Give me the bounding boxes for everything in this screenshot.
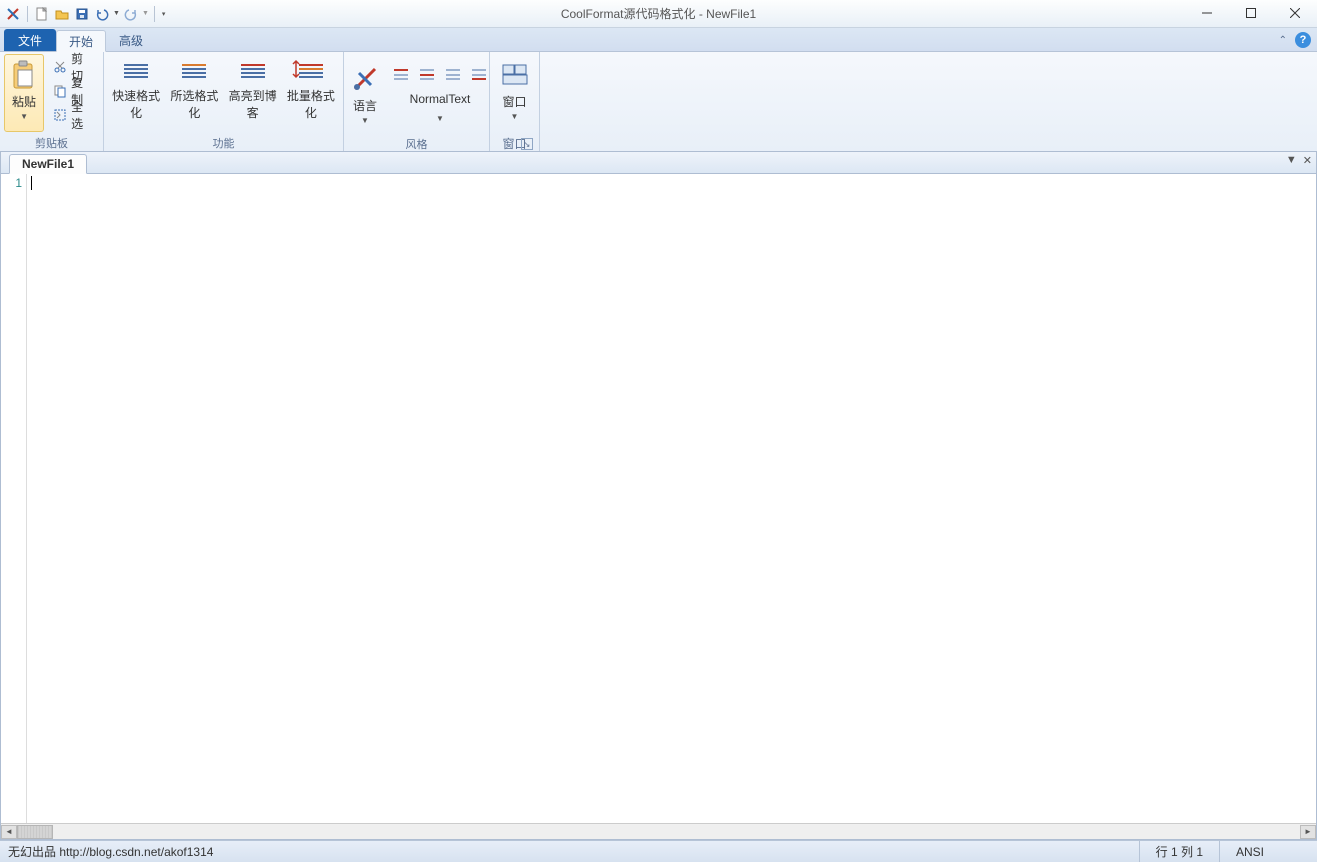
scissors-icon — [53, 59, 67, 75]
sel-format-label: 所选格式化 — [167, 87, 221, 121]
batch-format-button[interactable]: 批量格式化 — [283, 54, 339, 132]
tab-menu-icon[interactable]: ▼ — [1286, 154, 1297, 167]
editor[interactable]: 1 — [1, 174, 1316, 823]
select-all-button[interactable]: 全选 — [48, 104, 97, 126]
horizontal-scrollbar[interactable]: ◄ ► — [1, 823, 1316, 839]
minimize-ribbon-icon[interactable]: ⌃ — [1279, 35, 1287, 46]
gutter: 1 — [1, 174, 27, 823]
quick-access-toolbar: ▼ ▼ ▾ — [0, 5, 167, 23]
status-bar: 无幻出品 http://blog.csdn.net/akof1314 行 1 列… — [0, 840, 1317, 862]
group-window: 窗口 ▼ 窗口 ↘ — [490, 52, 540, 151]
window-label: 窗口 — [502, 93, 526, 110]
document-tabs: NewFile1 ▼ ✕ — [1, 152, 1316, 174]
highlight-blog-button[interactable]: 高亮到博客 — [225, 54, 281, 132]
style-preset-3[interactable] — [442, 64, 464, 86]
chevron-down-icon: ▼ — [511, 112, 519, 121]
separator — [27, 6, 28, 22]
scroll-right-icon[interactable]: ► — [1300, 825, 1316, 839]
window-controls — [1185, 0, 1317, 26]
tab-file[interactable]: 文件 — [4, 29, 56, 51]
group-function-label: 功能 — [108, 135, 339, 151]
document-area: NewFile1 ▼ ✕ 1 ◄ ► — [0, 152, 1317, 840]
app-icon[interactable] — [4, 5, 22, 23]
style-preset-4[interactable] — [468, 64, 490, 86]
ribbon-tab-row: 文件 开始 高级 ⌃ ? — [0, 28, 1317, 52]
language-label: 语言 — [353, 97, 377, 114]
scroll-thumb[interactable] — [17, 825, 53, 839]
select-all-label: 全选 — [71, 98, 92, 132]
ribbon: 粘贴 ▼ 剪切 复制 全选 剪贴板 — [0, 52, 1317, 152]
highlight-blog-label: 高亮到博客 — [226, 87, 280, 121]
qat-customize-icon[interactable]: ▾ — [160, 10, 168, 18]
normal-text-label: NormalText — [410, 92, 471, 106]
select-all-icon — [53, 107, 67, 123]
window-icon — [499, 59, 531, 91]
language-button[interactable]: 语言 ▼ — [348, 58, 382, 136]
undo-dropdown-icon[interactable]: ▼ — [113, 10, 120, 17]
help-icon[interactable]: ? — [1295, 32, 1311, 48]
group-style: 语言 ▼ NormalText ▼ 风格 — [344, 52, 490, 151]
tab-start[interactable]: 开始 — [56, 30, 106, 52]
caret — [31, 176, 32, 190]
tab-right-controls: ⌃ ? — [1279, 32, 1311, 48]
sel-format-icon — [178, 59, 210, 83]
paste-label: 粘贴 — [12, 93, 36, 110]
group-function: 快速格式化 所选格式化 高亮到博客 批量格式化 功能 — [104, 52, 344, 151]
title-bar: ▼ ▼ ▾ CoolFormat源代码格式化 - NewFile1 — [0, 0, 1317, 28]
window-button[interactable]: 窗口 ▼ — [494, 54, 535, 132]
style-icon-row — [390, 60, 490, 86]
status-rowcol: 行 1 列 1 — [1139, 841, 1219, 862]
status-encoding: ANSI — [1219, 841, 1309, 862]
scroll-left-icon[interactable]: ◄ — [1, 825, 17, 839]
style-preset-2[interactable] — [416, 64, 438, 86]
separator — [154, 6, 155, 22]
scroll-track[interactable] — [17, 825, 1300, 839]
style-preset-1[interactable] — [390, 64, 412, 86]
status-left: 无幻出品 http://blog.csdn.net/akof1314 — [8, 843, 1139, 860]
language-icon — [349, 63, 381, 95]
highlight-blog-icon — [237, 59, 269, 83]
sel-format-button[interactable]: 所选格式化 — [166, 54, 222, 132]
close-button[interactable] — [1273, 0, 1317, 26]
open-file-icon[interactable] — [53, 5, 71, 23]
fast-format-label: 快速格式化 — [109, 87, 163, 121]
fast-format-icon — [120, 59, 152, 83]
batch-format-icon — [295, 59, 327, 83]
minimize-button[interactable] — [1185, 0, 1229, 26]
undo-icon[interactable] — [93, 5, 111, 23]
redo-icon[interactable] — [122, 5, 140, 23]
chevron-down-icon: ▼ — [361, 116, 369, 125]
document-tab[interactable]: NewFile1 — [9, 154, 87, 174]
group-style-label: 风格 — [348, 136, 485, 152]
tab-close-icon[interactable]: ✕ — [1303, 154, 1312, 167]
paste-icon — [8, 59, 40, 91]
line-number: 1 — [1, 176, 22, 190]
window-title: CoolFormat源代码格式化 - NewFile1 — [0, 5, 1317, 22]
dialog-launcher-icon[interactable]: ↘ — [521, 138, 533, 150]
batch-format-label: 批量格式化 — [284, 87, 338, 121]
group-clipboard-label: 剪贴板 — [4, 135, 99, 151]
save-icon[interactable] — [73, 5, 91, 23]
fast-format-button[interactable]: 快速格式化 — [108, 54, 164, 132]
maximize-button[interactable] — [1229, 0, 1273, 26]
document-tab-controls: ▼ ✕ — [1286, 154, 1312, 167]
new-file-icon[interactable] — [33, 5, 51, 23]
chevron-down-icon[interactable]: ▼ — [436, 114, 444, 123]
group-window-label: 窗口 ↘ — [494, 135, 535, 151]
paste-button[interactable]: 粘贴 ▼ — [4, 54, 44, 132]
chevron-down-icon: ▼ — [20, 112, 28, 121]
tab-advanced[interactable]: 高级 — [106, 29, 156, 51]
copy-icon — [53, 83, 67, 99]
redo-dropdown-icon[interactable]: ▼ — [142, 10, 149, 17]
code-area[interactable] — [27, 174, 1316, 823]
group-clipboard: 粘贴 ▼ 剪切 复制 全选 剪贴板 — [0, 52, 104, 151]
